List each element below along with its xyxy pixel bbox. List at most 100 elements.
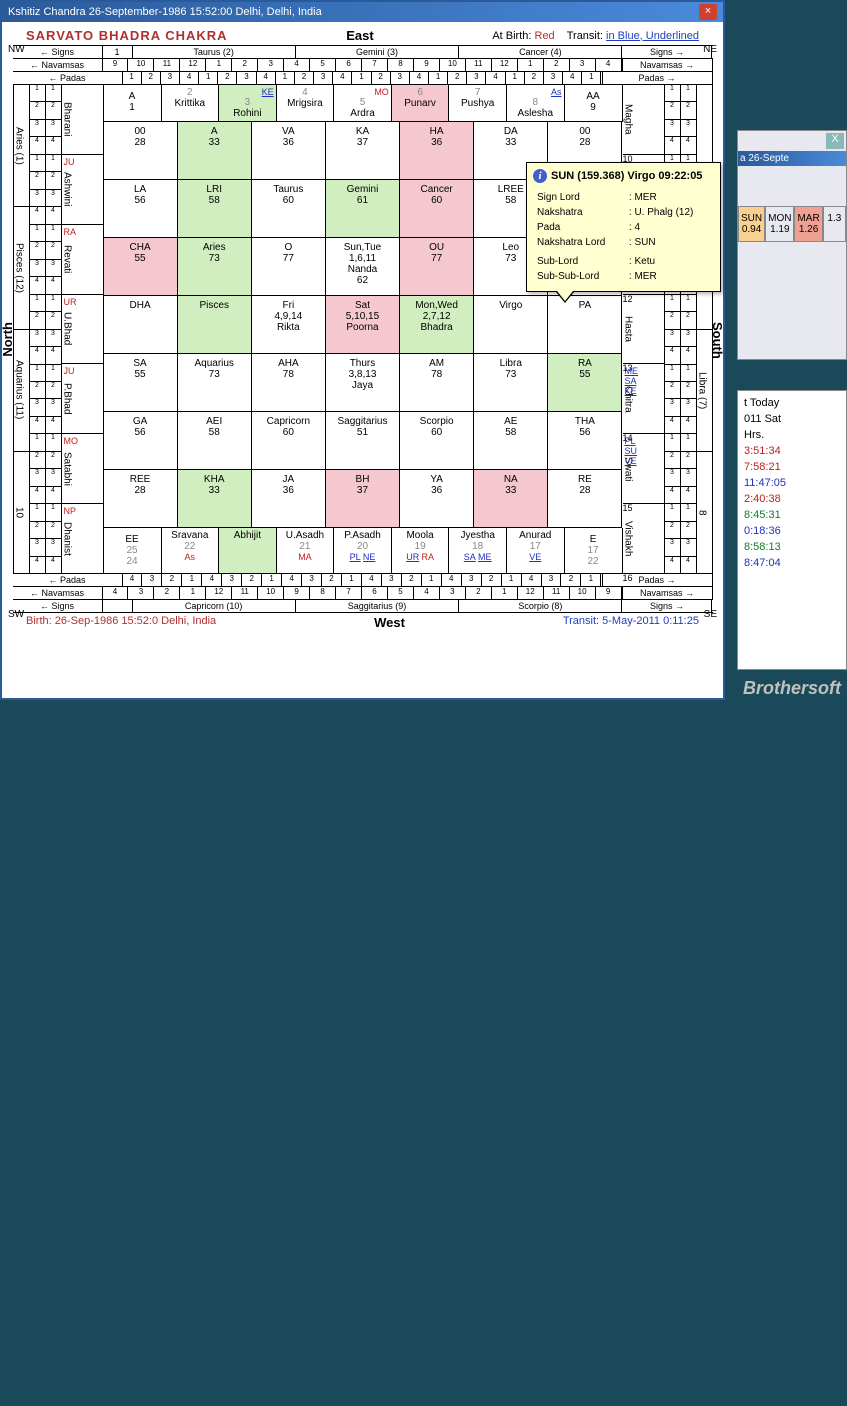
nakshatra-Pushya: 7Pushya xyxy=(449,85,507,122)
nakshatra-Anurad: Anurad17VE xyxy=(507,528,565,574)
top-pada-band: 1234123412341234123412341 xyxy=(123,72,603,84)
grid-cell[interactable]: Cancer60 xyxy=(400,180,474,238)
nakshatra-Abhijit: Abhijit xyxy=(219,528,277,574)
nakshatra-cell: AshwiniJU xyxy=(62,155,104,225)
grid-cell[interactable]: Mon,Wed2,7,12Bhadra xyxy=(400,296,474,354)
nakshatra-cell: SatabhiMO xyxy=(62,434,104,504)
right-nav-col: 1234123412341234123412341234 xyxy=(681,85,697,574)
grid-cell[interactable]: THA56 xyxy=(548,412,622,470)
grid-cell[interactable]: Scorpio60 xyxy=(400,412,474,470)
grid-cell[interactable]: Virgo xyxy=(474,296,548,354)
nakshatra-U.Asadh: U.Asadh21MA xyxy=(277,528,335,574)
navamsa-label-r: Navamsas → xyxy=(623,59,713,71)
grid-cell[interactable]: VA36 xyxy=(252,122,326,180)
grid-cell[interactable]: Sun,Tue1,6,11Nanda62 xyxy=(326,238,400,296)
bottom-sign-capricorn: Capricorn (10) xyxy=(133,600,296,612)
close-button[interactable]: × xyxy=(699,4,717,20)
nakshatra-cell: Vishakh16 xyxy=(623,504,665,574)
nakshatra-Aslesha: As8Aslesha xyxy=(507,85,565,122)
nakshatra-cell: RevatiRA xyxy=(62,225,104,295)
grid-cell[interactable]: GA56 xyxy=(104,412,178,470)
nakshatra-cell: P.BhadJU xyxy=(62,364,104,434)
signs-label: ← Signs xyxy=(13,46,103,58)
grid-cell[interactable]: 0028 xyxy=(104,122,178,180)
left-nakshatra-col: BharaniAshwiniJURevatiRAU.BhadURP.BhadJU… xyxy=(62,85,104,574)
center-grid: A12KrittikaKE3Rohini4MrigsiraMO5Ardra6Pu… xyxy=(104,85,623,574)
grid-cell[interactable]: DHA xyxy=(104,296,178,354)
grid-cell[interactable]: PA xyxy=(548,296,622,354)
right-nakshatra-col: Magha10P.Phal11U.PhalSU12Hasta13ChitraME… xyxy=(623,85,665,574)
grid-cell[interactable]: Fri4,9,14Rikta xyxy=(252,296,326,354)
left-signs-col: Aries (1)Pisces (12)Aquarius (11)10 xyxy=(14,85,30,574)
grid-cell[interactable]: Aquarius73 xyxy=(178,354,252,412)
background-window-1: X a 26-Septe SUN0.94MON1.19MAR1.261.3 xyxy=(737,130,847,360)
nakshatra-Sravana: Sravana22As xyxy=(162,528,220,574)
grid-cell[interactable]: Sat5,10,15Poorna xyxy=(326,296,400,354)
grid-cell[interactable]: Taurus60 xyxy=(252,180,326,238)
grid-cell[interactable]: AM78 xyxy=(400,354,474,412)
grid-cell[interactable]: O77 xyxy=(252,238,326,296)
chart-title: SARVATO BHADRA CHAKRA xyxy=(26,28,228,43)
pada-label-r: Padas → xyxy=(603,72,713,84)
corner-se: SE xyxy=(704,609,717,620)
nakshatra-cell: Bharani xyxy=(62,85,104,155)
info-icon: i xyxy=(533,169,547,183)
signs-label-r: Signs → xyxy=(622,46,712,58)
grid-cell[interactable]: Libra73 xyxy=(474,354,548,412)
sbc-grid: ← Signs 1 Taurus (2) Gemini (3) Cancer (… xyxy=(13,45,713,613)
grid-cell[interactable]: AHA78 xyxy=(252,354,326,412)
bottom-navamsa-band: 43211211109876543211211109 xyxy=(103,587,623,599)
grid-cell[interactable]: Capricorn60 xyxy=(252,412,326,470)
grid-cell[interactable]: AEI58 xyxy=(178,412,252,470)
bg-planet-grid: SUN0.94MON1.19MAR1.261.3 xyxy=(738,206,846,242)
grid-cell[interactable]: YA36 xyxy=(400,470,474,528)
pada-label-bl: ← Padas xyxy=(13,574,123,586)
grid-cell[interactable]: Gemini61 xyxy=(326,180,400,238)
grid-cell[interactable]: Pisces xyxy=(178,296,252,354)
west-label: West xyxy=(374,615,405,630)
grid-cell[interactable]: NA33 xyxy=(474,470,548,528)
navamsa-label-bl: ← Navamsas xyxy=(13,587,103,599)
grid-cell[interactable]: CHA55 xyxy=(104,238,178,296)
bottom-sign-scorpio: Scorpio (8) xyxy=(459,600,622,612)
right-signs-col: Virgo (6)Libra (7)8 xyxy=(697,85,713,574)
top-sign-cancer: Cancer (4) xyxy=(459,46,622,58)
chart-area: NW NE SARVATO BHADRA CHAKRA East At Birt… xyxy=(2,22,723,636)
grid-cell[interactable]: JA36 xyxy=(252,470,326,528)
grid-cell[interactable]: A33 xyxy=(178,122,252,180)
sun-tooltip: i SUN (159.368) Virgo 09:22:05 Sign Lord… xyxy=(526,162,721,292)
nakshatra-P.Asadh: P.Asadh20PL NE xyxy=(334,528,392,574)
navamsa-label: ← Navamsas xyxy=(13,59,103,71)
top-sign-taurus: Taurus (2) xyxy=(133,46,296,58)
birth-transit-legend: At Birth: Red Transit: in Blue, Underlin… xyxy=(492,30,699,42)
grid-cell[interactable]: SA55 xyxy=(104,354,178,412)
main-window: Kshitiz Chandra 26-September-1986 15:52:… xyxy=(0,0,725,700)
grid-cell[interactable]: Aries73 xyxy=(178,238,252,296)
grid-cell[interactable]: BH37 xyxy=(326,470,400,528)
tooltip-title: SUN (159.368) Virgo 09:22:05 xyxy=(551,170,702,182)
grid-cell[interactable]: RA55 xyxy=(548,354,622,412)
titlebar[interactable]: Kshitiz Chandra 26-September-1986 15:52:… xyxy=(2,2,723,22)
grid-cell[interactable]: KA37 xyxy=(326,122,400,180)
bg-close-button[interactable]: X xyxy=(826,133,844,149)
grid-cell[interactable]: KHA33 xyxy=(178,470,252,528)
grid-cell[interactable]: OU77 xyxy=(400,238,474,296)
nakshatra-cell: DhanistNP xyxy=(62,504,104,574)
grid-cell[interactable]: Saggitarius51 xyxy=(326,412,400,470)
bg-title: a 26-Septe xyxy=(738,151,846,166)
tooltip-table: Sign Lord: MERNakshatra: U. Phalg (12)Pa… xyxy=(533,189,714,285)
grid-cell[interactable]: AE58 xyxy=(474,412,548,470)
window-title: Kshitiz Chandra 26-September-1986 15:52:… xyxy=(8,6,322,18)
grid-cell[interactable]: REE28 xyxy=(104,470,178,528)
bottom-pada-band: 432143214321432143214321 xyxy=(123,574,603,586)
grid-cell[interactable]: LRI58 xyxy=(178,180,252,238)
nakshatra-Ardra: MO5Ardra xyxy=(334,85,392,122)
nakshatra-Moola: Moola19UR RA xyxy=(392,528,450,574)
corner-tl: A1 xyxy=(104,85,162,122)
grid-cell[interactable]: HA36 xyxy=(400,122,474,180)
signs-label-br: Signs → xyxy=(622,600,712,612)
grid-cell[interactable]: LA56 xyxy=(104,180,178,238)
grid-cell[interactable]: Thurs3,8,13Jaya xyxy=(326,354,400,412)
grid-cell[interactable]: RE28 xyxy=(548,470,622,528)
pada-label: ← Padas xyxy=(13,72,123,84)
